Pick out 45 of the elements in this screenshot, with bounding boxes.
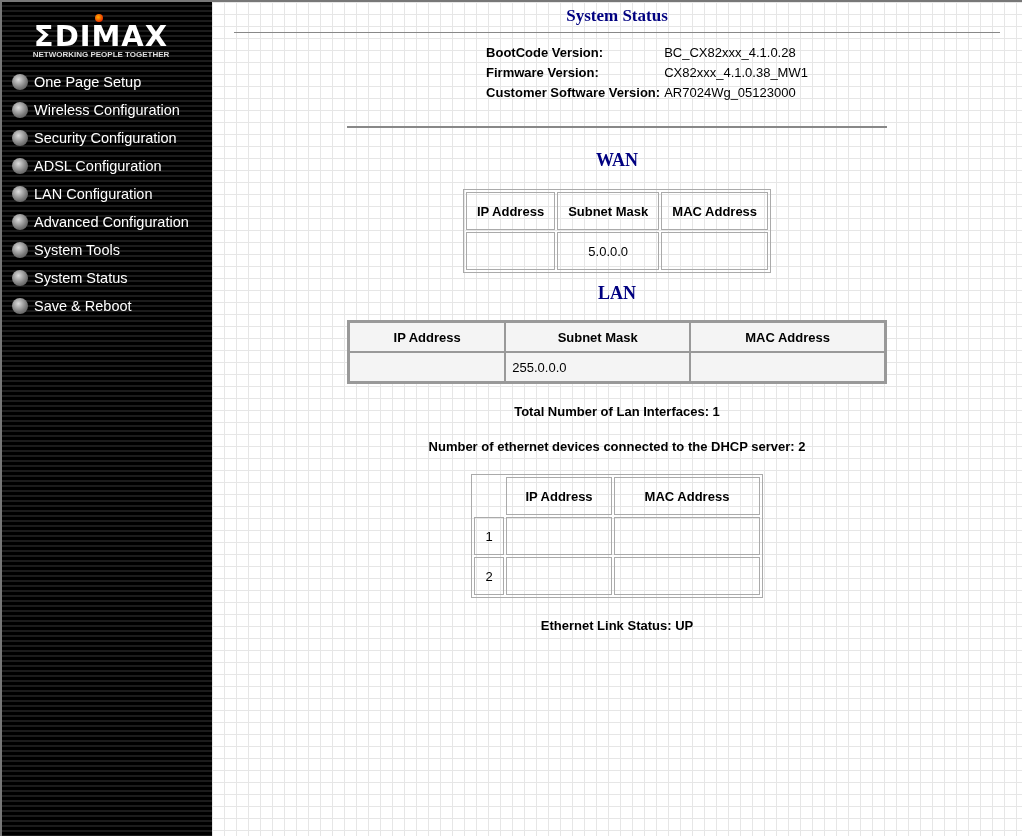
menu-link[interactable]: Advanced Configuration [34,214,189,230]
column-header: MAC Address [614,477,760,515]
version-label: BootCode Version: [486,45,605,60]
column-header: Subnet Mask [505,322,691,352]
menu-link[interactable]: System Status [34,270,128,286]
version-value: AR7024Wg_05123000 [664,85,797,100]
bullet-icon [12,270,28,286]
bullet-icon [12,214,28,230]
column-header: IP Address [349,322,506,352]
logo-tagline: NETWORKING PEOPLE TOGETHER [32,50,170,60]
ethernet-link-status: Ethernet Link Status: UP [540,618,694,633]
column-header: IP Address [465,192,556,230]
bullet-icon [12,102,28,118]
version-label: Customer Software Version: [486,85,661,100]
version-value: BC_CX82xxx_4.1.0.28 [664,45,797,60]
column-header: Subnet Mask [557,192,660,230]
section-title: WAN [596,150,638,171]
bullet-icon [12,158,28,174]
menu-link[interactable]: Security Configuration [34,130,177,146]
bullet-icon [12,130,28,146]
column-header: MAC Address [690,322,885,352]
bullet-icon [12,242,28,258]
row-number: 1 [474,517,504,555]
menu-link[interactable]: ADSL Configuration [34,158,162,174]
lan-interfaces-text: Total Number of Lan Interfaces: 1 [514,404,720,419]
menu-link[interactable]: Wireless Configuration [34,102,180,118]
menu-link[interactable]: System Tools [34,242,120,258]
menu-link[interactable]: LAN Configuration [34,186,153,202]
table-cell: 255.0.0.0 [505,352,691,382]
bullet-icon [12,298,28,314]
dhcp-devices-text: Number of ethernet devices connected to the DHCP server: 2 [428,439,806,454]
logo-wordmark: ΣDIMAX [33,22,169,50]
bullet-icon [12,74,28,90]
column-header: MAC Address [661,192,769,230]
section-title: LAN [598,283,636,304]
menu-link[interactable]: Save & Reboot [34,298,132,314]
logo-dot-icon [95,14,103,22]
table-cell: 5.0.0.0 [557,232,660,270]
column-header: IP Address [506,477,612,515]
version-label: Firmware Version: [486,65,600,80]
version-value: CX82xxx_4.1.0.38_MW1 [664,65,808,80]
bullet-icon [12,186,28,202]
menu-link[interactable]: One Page Setup [34,74,142,90]
row-number: 2 [474,557,504,595]
page-title: System Status [566,6,668,26]
